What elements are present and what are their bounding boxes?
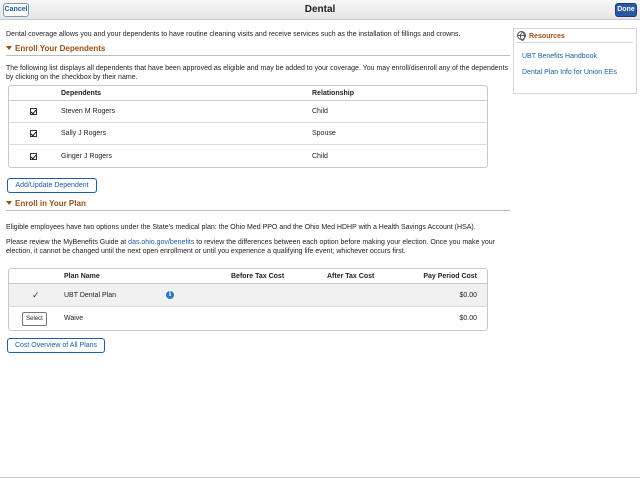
section-title: Enroll Your Dependents — [15, 44, 106, 53]
dependent-checkbox[interactable] — [30, 108, 37, 115]
globe-icon — [517, 31, 526, 41]
dependent-name: Sally J Rogers — [61, 130, 107, 137]
dependent-checkbox[interactable] — [30, 130, 37, 137]
section-title: Enroll in Your Plan — [15, 199, 86, 208]
resources-panel: Resources UBT Benefits Handbook Dental P… — [513, 28, 637, 94]
enroll-plan-header[interactable]: Enroll in Your Plan — [6, 199, 510, 211]
resources-header: Resources — [517, 31, 633, 43]
plan-name: Waive — [64, 315, 84, 322]
column-header-dependents: Dependents — [61, 89, 102, 97]
resource-link-handbook[interactable]: UBT Benefits Handbook — [522, 53, 597, 60]
plan-row: Select Waive $0.00 — [9, 307, 487, 330]
dependent-row: Steven M Rogers Child — [9, 101, 487, 123]
collapse-caret-icon — [6, 201, 12, 205]
dependent-name: Steven M Rogers — [61, 108, 116, 115]
plan-row-selected: ✓ UBT Dental Plan i $0.00 — [9, 284, 487, 307]
dependent-row: Ginger J Rogers Child — [9, 145, 487, 167]
resource-link-dental-plan[interactable]: Dental Plan Info for Union EEs — [522, 69, 617, 76]
title-bar: Cancel Dental Done — [0, 0, 640, 20]
collapse-caret-icon — [6, 46, 12, 50]
benefits-guide-link[interactable]: das.ohio.gov/benefits — [128, 239, 194, 246]
dependent-relationship: Child — [312, 108, 328, 115]
resources-title: Resources — [529, 33, 565, 40]
column-header-relationship: Relationship — [312, 89, 355, 97]
dependent-checkbox[interactable] — [30, 152, 37, 160]
plan-description-text: Please review the MyBenefits Guide at — [6, 239, 129, 246]
enroll-dependents-header[interactable]: Enroll Your Dependents — [6, 44, 510, 56]
dependent-relationship: Child — [312, 152, 328, 160]
bottom-divider — [0, 477, 640, 478]
dependents-grid: Dependents Relationship Steven M Rogers … — [8, 85, 488, 168]
plan-pay-period-cost: $0.00 — [459, 315, 477, 322]
dependent-relationship: Spouse — [312, 130, 336, 137]
grid-header-row: Dependents Relationship — [9, 86, 487, 101]
dependent-row: Sally J Rogers Spouse — [9, 123, 487, 145]
column-header-before-tax: Before Tax Cost — [231, 272, 285, 280]
column-header-after-tax: After Tax Cost — [327, 272, 375, 280]
column-header-plan-name: Plan Name — [64, 272, 100, 280]
cost-overview-button[interactable]: Cost Overview of All Plans — [7, 338, 105, 353]
dependent-name: Ginger J Rogers — [61, 152, 112, 160]
info-icon[interactable]: i — [166, 291, 174, 299]
grid-header-row: Plan Name Before Tax Cost After Tax Cost… — [9, 269, 487, 284]
done-button[interactable]: Done — [615, 3, 637, 17]
plan-description-1: Eligible employees have two options unde… — [6, 224, 476, 231]
plan-description-2: Please review the MyBenefits Guide at da… — [6, 238, 510, 256]
column-header-pay-period: Pay Period Cost — [423, 272, 477, 280]
select-button[interactable]: Select — [22, 311, 47, 326]
add-update-dependent-button[interactable]: Add/Update Dependent — [7, 178, 97, 193]
plan-name: UBT Dental Plan — [64, 291, 117, 299]
dependents-description: The following list displays all dependen… — [6, 65, 509, 81]
checkmark-icon: ✓ — [32, 289, 40, 300]
intro-text: Dental coverage allows you and your depe… — [6, 31, 461, 38]
plan-pay-period-cost: $0.00 — [459, 291, 477, 299]
plans-grid: Plan Name Before Tax Cost After Tax Cost… — [8, 268, 488, 331]
page-title: Dental — [304, 4, 336, 15]
